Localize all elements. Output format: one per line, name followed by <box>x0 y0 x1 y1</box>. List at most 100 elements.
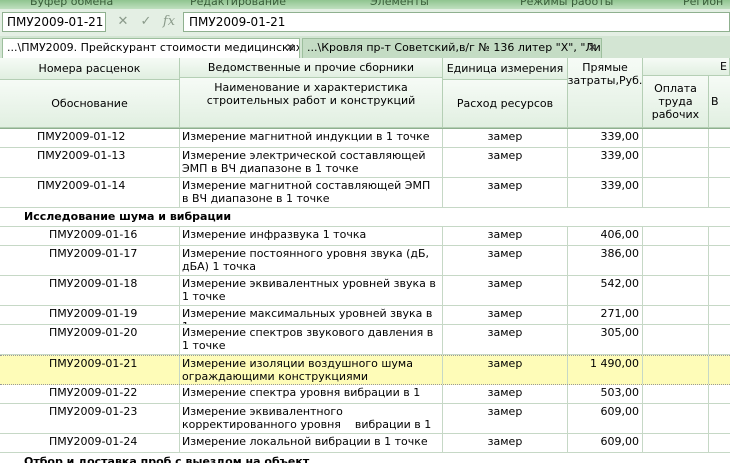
cell-code: ПМУ2009-01-20 <box>0 325 180 354</box>
table-row[interactable]: ПМУ2009-01-19 Измерение максимальных уро… <box>0 306 730 325</box>
cell-next <box>709 227 730 245</box>
cell-next <box>709 306 730 324</box>
cell-labor <box>643 306 709 324</box>
table-row[interactable]: ПМУ2009-01-14 Измерение магнитной состав… <box>0 178 730 208</box>
cell-unit: замер <box>443 227 568 245</box>
cell-labor <box>643 434 709 452</box>
cell-name: Измерение электрической составляющей ЭМП… <box>180 148 443 177</box>
header-collections[interactable]: Ведомственные и прочие сборники <box>180 58 443 78</box>
cell-code: ПМУ2009-01-12 <box>0 129 180 147</box>
header-labor-pay[interactable]: Оплата труда рабочих <box>643 76 709 128</box>
cell-name: Измерение спектра уровня вибрации в 1 то… <box>180 385 443 403</box>
cell-price: 305,00 <box>568 325 643 354</box>
header-unit[interactable]: Единица измерения <box>443 58 568 80</box>
header-work-name[interactable]: Наименование и характеристика строительн… <box>180 78 443 128</box>
tab-label: ...\Кровля пр-т Советский,в/г № 136 лите… <box>307 41 602 54</box>
ribbon-group-region[interactable]: Регион <box>683 0 723 8</box>
function-icon[interactable]: fx <box>160 13 178 31</box>
table-header: Номера расценок Обоснование Ведомственны… <box>0 58 730 129</box>
cell-name: Измерение инфразвука 1 точка <box>180 227 443 245</box>
cell-next <box>709 246 730 275</box>
cell-unit: замер <box>443 404 568 433</box>
section-title: Исследование шума и вибрации <box>24 210 232 223</box>
name-box[interactable]: ПМУ2009-01-21 <box>2 12 106 32</box>
cell-next <box>709 385 730 403</box>
cell-next <box>709 404 730 433</box>
header-next-column[interactable]: В <box>709 76 730 128</box>
table-row-selected[interactable]: ПМУ2009-01-21 Измерение изоляции воздушн… <box>0 355 730 385</box>
cell-unit: замер <box>443 325 568 354</box>
cell-labor <box>643 129 709 147</box>
cell-code: ПМУ2009-01-24 <box>0 434 180 452</box>
tab-label: ...\ПМУ2009. Прейскурант стоимости медиц… <box>7 41 300 54</box>
ribbon-group-elements[interactable]: Элементы <box>370 0 429 8</box>
document-tabs: ...\ПМУ2009. Прейскурант стоимости медиц… <box>0 36 730 59</box>
section-row[interactable]: Исследование шума и вибрации <box>0 208 730 227</box>
cell-code: ПМУ2009-01-22 <box>0 385 180 403</box>
cell-price: 542,00 <box>568 276 643 305</box>
table-row[interactable]: ПМУ2009-01-16 Измерение инфразвука 1 точ… <box>0 227 730 246</box>
ribbon-group-modes[interactable]: Режимы работы <box>520 0 613 8</box>
cell-price: 1 490,00 <box>568 356 643 384</box>
header-resource-consumption[interactable]: Расход ресурсов <box>443 80 568 128</box>
cell-labor <box>643 404 709 433</box>
cell-code: ПМУ2009-01-19 <box>0 306 180 324</box>
cell-unit: замер <box>443 356 568 384</box>
cell-unit: замер <box>443 246 568 275</box>
cell-name: Измерение изоляции воздушного шума ограж… <box>180 356 443 384</box>
cell-code: ПМУ2009-01-17 <box>0 246 180 275</box>
ribbon-group-clipboard[interactable]: Буфер обмена <box>30 0 113 8</box>
cell-labor <box>643 325 709 354</box>
cell-name: Измерение магнитной индукции в 1 точке <box>180 129 443 147</box>
table-row[interactable]: ПМУ2009-01-20 Измерение спектров звуково… <box>0 325 730 355</box>
table-row[interactable]: ПМУ2009-01-22 Измерение спектра уровня в… <box>0 385 730 404</box>
formula-input[interactable]: ПМУ2009-01-21 <box>183 12 730 32</box>
table-row[interactable]: ПМУ2009-01-13 Измерение электрической со… <box>0 148 730 178</box>
cell-price: 339,00 <box>568 178 643 207</box>
cell-price: 406,00 <box>568 227 643 245</box>
confirm-icon[interactable]: ✓ <box>137 13 155 31</box>
cell-price: 339,00 <box>568 148 643 177</box>
cell-labor <box>643 148 709 177</box>
cell-name: Измерение максимальных уровней звука в 1… <box>180 306 443 324</box>
cell-labor <box>643 276 709 305</box>
table-row[interactable]: ПМУ2009-01-18 Измерение эквивалентных ур… <box>0 276 730 306</box>
section-title: Отбор и доставка проб с выездом на объек… <box>24 455 310 463</box>
table-row[interactable]: ПМУ2009-01-23 Измерение эквивалентного к… <box>0 404 730 434</box>
section-row[interactable]: Отбор и доставка проб с выездом на объек… <box>0 453 730 463</box>
cell-labor <box>643 385 709 403</box>
cell-code: ПМУ2009-01-16 <box>0 227 180 245</box>
cell-code: ПМУ2009-01-13 <box>0 148 180 177</box>
cancel-icon[interactable]: ✕ <box>114 13 132 31</box>
cell-price: 503,00 <box>568 385 643 403</box>
header-direct-costs[interactable]: Прямые затраты,Руб. <box>568 58 643 128</box>
close-icon[interactable]: ✕ <box>588 39 597 57</box>
tab-roof-estimate[interactable]: ...\Кровля пр-т Советский,в/г № 136 лите… <box>302 38 602 58</box>
rates-grid: ПМУ2009-01-12 Измерение магнитной индукц… <box>0 129 730 463</box>
cell-name: Измерение эквивалентных уровней звука в … <box>180 276 443 305</box>
header-group-top[interactable]: Е <box>643 58 730 76</box>
cell-labor <box>643 178 709 207</box>
table-row[interactable]: ПМУ2009-01-17 Измерение постоянного уров… <box>0 246 730 276</box>
cell-code: ПМУ2009-01-14 <box>0 178 180 207</box>
cell-price: 609,00 <box>568 404 643 433</box>
formula-bar: ПМУ2009-01-21 ✕ ✓ fx ПМУ2009-01-21 <box>0 9 730 37</box>
header-rate-numbers[interactable]: Номера расценок <box>0 58 180 80</box>
cell-name: Измерение эквивалентного корректированно… <box>180 404 443 433</box>
cell-labor <box>643 227 709 245</box>
table-row[interactable]: ПМУ2009-01-12 Измерение магнитной индукц… <box>0 129 730 148</box>
cell-next <box>709 148 730 177</box>
cell-name: Измерение спектров звукового давления в … <box>180 325 443 354</box>
close-icon[interactable]: ✕ <box>286 39 295 57</box>
header-basis[interactable]: Обоснование <box>0 80 180 128</box>
ribbon-group-editing[interactable]: Редактирование <box>190 0 286 8</box>
cell-next <box>709 434 730 452</box>
table-row[interactable]: ПМУ2009-01-24 Измерение локальной вибрац… <box>0 434 730 453</box>
cell-name: Измерение постоянного уровня звука (дБ, … <box>180 246 443 275</box>
cell-next <box>709 129 730 147</box>
cell-price: 386,00 <box>568 246 643 275</box>
cell-next <box>709 178 730 207</box>
tab-price-list[interactable]: ...\ПМУ2009. Прейскурант стоимости медиц… <box>2 38 300 59</box>
cell-unit: замер <box>443 306 568 324</box>
cell-code: ПМУ2009-01-23 <box>0 404 180 433</box>
